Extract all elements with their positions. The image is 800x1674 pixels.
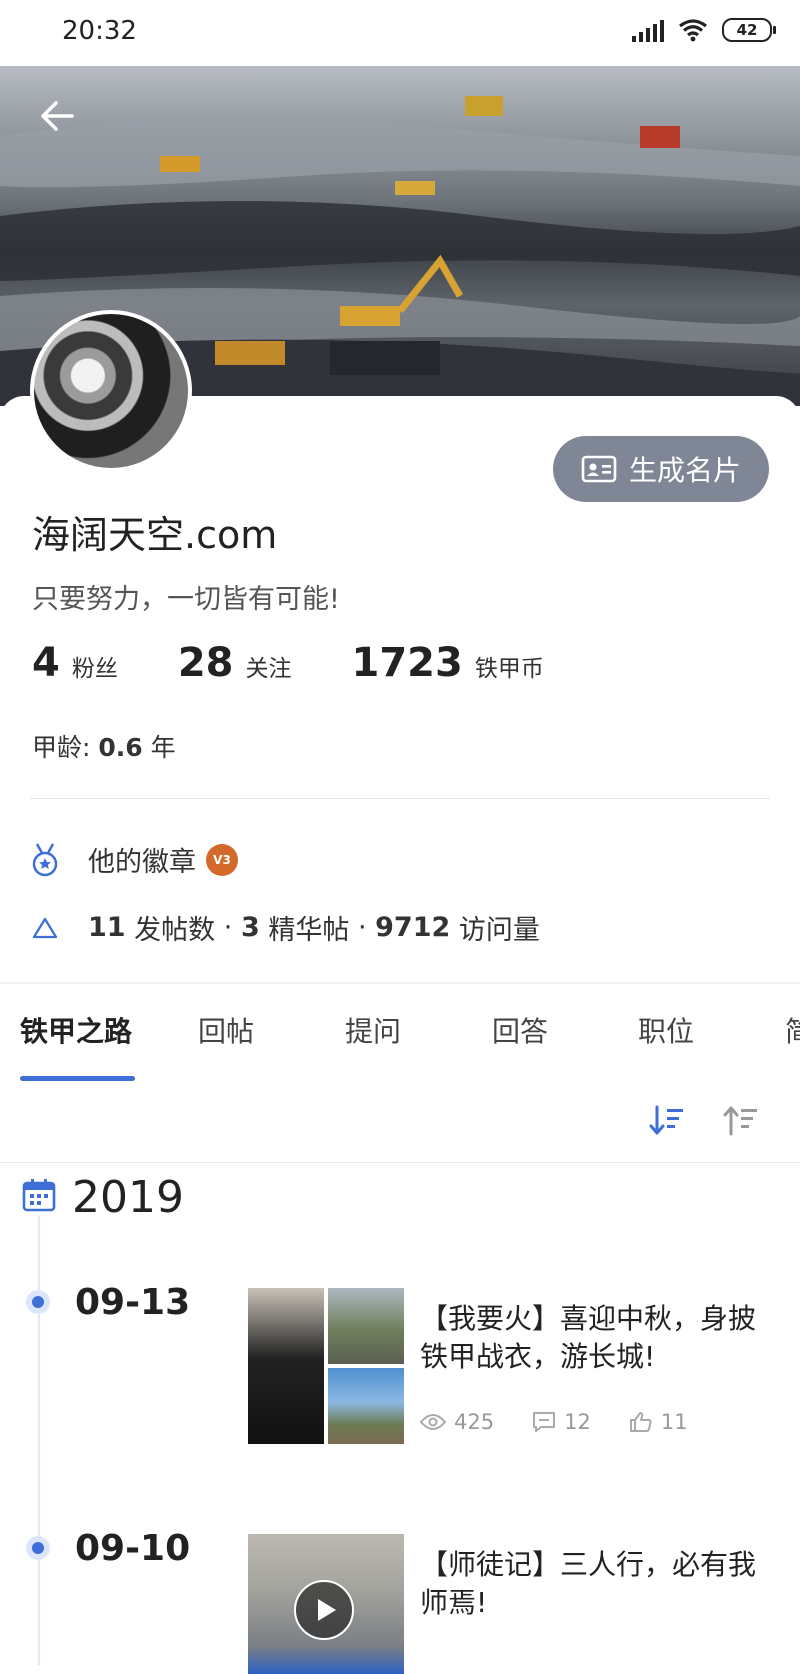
posts-count: 11 — [88, 912, 126, 943]
timeline-line — [38, 1216, 40, 1665]
timeline-dot — [32, 1542, 44, 1554]
stat-number: 4 — [32, 640, 60, 686]
dot-separator: · — [223, 912, 233, 943]
sort-descending-icon[interactable] — [648, 1104, 686, 1138]
v3-badge-icon: V3 — [206, 843, 238, 876]
tab-replies[interactable]: 回帖 — [198, 1010, 254, 1050]
status-icons: 42 — [632, 18, 776, 42]
status-bar: 20:32 42 — [0, 0, 800, 66]
post-item[interactable]: 【我要火】喜迎中秋，身披铁甲战衣，游长城! 425 12 11 — [248, 1288, 778, 1448]
posts-label: 发帖数 — [134, 915, 216, 946]
tab-questions[interactable]: 提问 — [345, 1010, 401, 1050]
thumbnail-image — [328, 1368, 404, 1444]
thumbnail-image — [328, 1288, 404, 1364]
post-title: 【我要火】喜迎中秋，身披铁甲战衣，游长城! — [420, 1302, 757, 1373]
back-arrow-icon[interactable] — [36, 94, 80, 138]
views-label: 访问量 — [458, 915, 540, 946]
triangle-icon — [30, 911, 60, 945]
timeline-year: 2019 — [72, 1172, 184, 1223]
user-bio: 只要努力，一切皆有可能! — [32, 584, 340, 615]
post-thumbnails — [248, 1288, 404, 1444]
stat-number: 28 — [177, 640, 234, 686]
entry-date: 09-13 — [75, 1282, 191, 1323]
battery-indicator: 42 — [722, 18, 776, 42]
stat-followers[interactable]: 4 粉丝 — [32, 640, 118, 686]
divider — [0, 1162, 800, 1163]
comments-count: 12 — [564, 1410, 591, 1434]
eye-icon — [420, 1414, 446, 1430]
active-tab-indicator — [20, 1076, 135, 1081]
stat-label: 粉丝 — [71, 656, 118, 682]
section-divider — [0, 982, 800, 984]
dot-separator: · — [357, 912, 367, 943]
featured-count: 3 — [240, 912, 260, 943]
member-age: 甲龄: 0.6 年 — [32, 728, 176, 764]
featured-label: 精华帖 — [268, 915, 350, 946]
play-icon[interactable] — [294, 1580, 354, 1640]
age-prefix: 甲龄: — [32, 733, 91, 762]
views-count: 425 — [454, 1410, 495, 1434]
signal-icon — [632, 18, 664, 42]
video-thumbnail — [248, 1534, 404, 1674]
stat-label: 关注 — [245, 656, 292, 682]
comment-icon — [533, 1412, 556, 1432]
generate-card-button[interactable]: 生成名片 — [553, 436, 769, 502]
status-time: 20:32 — [62, 16, 137, 46]
tab-tiejia-road[interactable]: 铁甲之路 — [20, 1010, 132, 1050]
stat-number: 1723 — [351, 640, 463, 686]
sort-ascending-icon[interactable] — [722, 1104, 760, 1138]
tab-answers[interactable]: 回答 — [492, 1010, 548, 1050]
calendar-icon — [22, 1179, 56, 1212]
post-metrics: 425 12 11 — [420, 1410, 688, 1434]
badges-row[interactable]: 他的徽章 V3 — [30, 840, 238, 879]
likes-count: 11 — [660, 1410, 688, 1434]
entry-date: 09-10 — [75, 1528, 191, 1569]
tab-more[interactable]: 简 — [785, 1010, 800, 1050]
stat-label: 铁甲币 — [474, 656, 544, 682]
comments-metric: 12 — [532, 1410, 591, 1434]
stat-coins[interactable]: 1723 铁甲币 — [352, 640, 544, 686]
post-title: 【师徒记】三人行，必有我师焉! — [420, 1548, 757, 1619]
generate-card-label: 生成名片 — [628, 454, 741, 487]
timeline-dot — [32, 1296, 44, 1308]
medal-icon — [30, 842, 60, 877]
avatar-photo — [34, 314, 188, 468]
thumbs-up-icon — [629, 1412, 652, 1432]
post-counts-row: 11 发帖数 · 3 精华帖 · 9712 访问量 — [30, 908, 540, 947]
views-count: 9712 — [375, 912, 451, 943]
age-unit: 年 — [150, 733, 176, 762]
thumbnail-image — [248, 1288, 324, 1444]
age-value: 0.6 — [98, 733, 143, 762]
user-stats: 4 粉丝 28 关注 1723 铁甲币 — [32, 640, 604, 686]
wifi-icon — [679, 19, 707, 42]
stat-following[interactable]: 28 关注 — [178, 640, 292, 686]
views-metric: 425 — [420, 1410, 494, 1434]
avatar[interactable] — [30, 310, 192, 472]
username: 海阔天空.com — [32, 513, 278, 557]
id-card-icon — [581, 455, 617, 483]
post-item[interactable]: 【师徒记】三人行，必有我师焉! — [248, 1534, 778, 1674]
tab-bar: 铁甲之路 回帖 提问 回答 职位 简 — [0, 1010, 800, 1070]
badges-label: 他的徽章 — [88, 847, 196, 878]
tab-jobs[interactable]: 职位 — [638, 1010, 694, 1050]
likes-metric: 11 — [629, 1410, 688, 1434]
divider — [30, 798, 770, 799]
